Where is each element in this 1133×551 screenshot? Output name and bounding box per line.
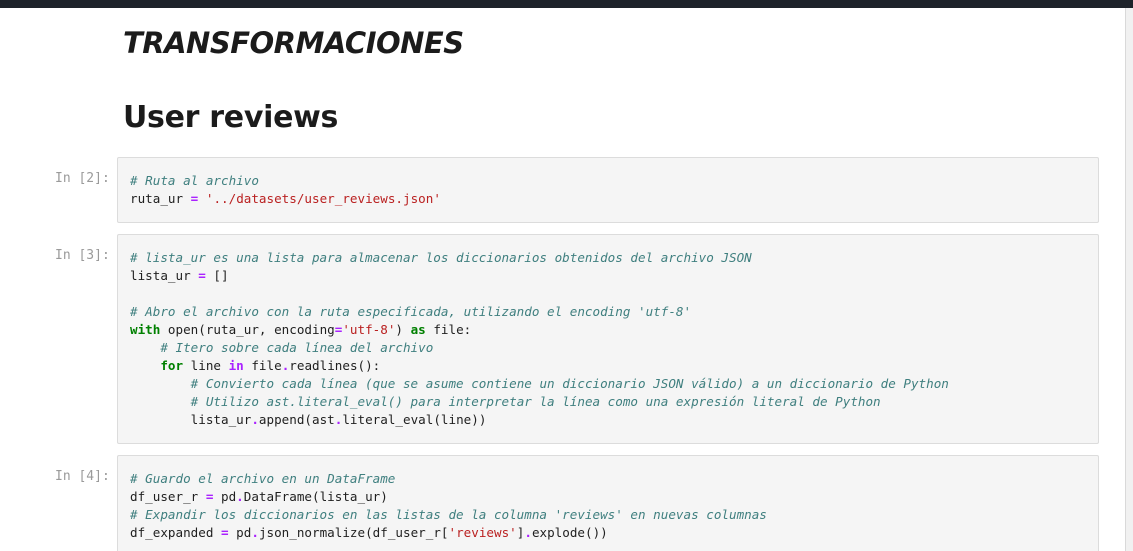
code-token: df_user_r bbox=[130, 489, 206, 504]
code-token: readlines(): bbox=[289, 358, 381, 373]
code-input-area[interactable]: # lista_ur es una lista para almacenar l… bbox=[117, 234, 1099, 444]
code-token: append(ast bbox=[258, 412, 335, 427]
cell-prompt: In [3]: bbox=[55, 248, 110, 263]
app-top-bar bbox=[0, 0, 1133, 8]
code-token: for bbox=[160, 358, 184, 373]
code-token: ruta_ur bbox=[130, 191, 191, 206]
code-input-area[interactable]: # Guardo el archivo en un DataFrame df_u… bbox=[117, 455, 1099, 551]
code-line: df_expanded = pd.json_normalize(df_user_… bbox=[130, 525, 608, 540]
code-token: 'reviews' bbox=[448, 525, 517, 540]
code-line: # lista_ur es una lista para almacenar l… bbox=[130, 250, 752, 265]
code-token: as bbox=[410, 322, 426, 337]
vertical-scrollbar[interactable] bbox=[1126, 8, 1133, 551]
code-input-area[interactable]: # Ruta al archivo ruta_ur = '../datasets… bbox=[117, 157, 1099, 223]
code-token: # Itero sobre cada línea del archivo bbox=[160, 340, 434, 355]
code-token: '../datasets/user_reviews.json' bbox=[205, 191, 441, 206]
code-token: . bbox=[524, 525, 532, 540]
code-token: line bbox=[183, 358, 229, 373]
code-token: # Guardo el archivo en un DataFrame bbox=[130, 471, 396, 486]
code-token: in bbox=[228, 358, 244, 373]
code-token: = bbox=[198, 268, 206, 283]
code-token: # Abro el archivo con la ruta especifica… bbox=[130, 304, 692, 319]
code-token: lista_ur bbox=[130, 412, 252, 427]
code-token: with bbox=[130, 322, 161, 337]
code-token: pd bbox=[228, 525, 252, 540]
code-token: file: bbox=[425, 322, 472, 337]
code-line: lista_ur = [] bbox=[130, 268, 229, 283]
code-line: # Ruta al archivo bbox=[130, 173, 259, 188]
code-line: # Expandir los diccionarios en las lista… bbox=[130, 507, 767, 522]
code-token: DataFrame(lista_ur) bbox=[243, 489, 388, 504]
code-token: # Convierto cada línea (que se asume con… bbox=[190, 376, 949, 391]
code-token: pd bbox=[213, 489, 237, 504]
code-line: # Convierto cada línea (que se asume con… bbox=[130, 376, 949, 391]
code-token: # Expandir los diccionarios en las lista… bbox=[130, 507, 767, 522]
code-line: # Guardo el archivo en un DataFrame bbox=[130, 471, 395, 486]
cell-prompt: In [4]: bbox=[55, 469, 110, 484]
code-token: . bbox=[251, 525, 259, 540]
code-line: with open(ruta_ur, encoding='utf-8') as … bbox=[130, 322, 471, 337]
code-token: . bbox=[251, 412, 259, 427]
code-token: . bbox=[236, 489, 244, 504]
code-token: = bbox=[221, 525, 229, 540]
code-token: lista_ur bbox=[130, 268, 199, 283]
section-heading: TRANSFORMACIONES bbox=[123, 26, 464, 60]
code-editor[interactable]: # lista_ur es una lista para almacenar l… bbox=[118, 235, 1098, 441]
subsection-heading: User reviews bbox=[123, 100, 339, 135]
code-line: df_user_r = pd.DataFrame(lista_ur) bbox=[130, 489, 388, 504]
code-token: # lista_ur es una lista para almacenar l… bbox=[130, 250, 752, 265]
code-token: json_normalize(df_user_r[ bbox=[258, 525, 449, 540]
cell-prompt: In [2]: bbox=[55, 171, 110, 186]
code-token: 'utf-8' bbox=[342, 322, 396, 337]
code-token: df_expanded bbox=[130, 525, 221, 540]
code-editor[interactable]: # Ruta al archivo ruta_ur = '../datasets… bbox=[118, 158, 1098, 220]
code-line: # Utilizo ast.literal_eval() para interp… bbox=[130, 394, 881, 409]
code-token: explode()) bbox=[531, 525, 608, 540]
code-token: open(ruta_ur, encoding bbox=[160, 322, 335, 337]
code-line: ruta_ur = '../datasets/user_reviews.json… bbox=[130, 191, 441, 206]
code-token: [] bbox=[205, 268, 229, 283]
code-token: ) bbox=[395, 322, 411, 337]
code-line: for line in file.readlines(): bbox=[130, 358, 380, 373]
code-line: # Abro el archivo con la ruta especifica… bbox=[130, 304, 691, 319]
code-line: # Itero sobre cada línea del archivo bbox=[130, 340, 433, 355]
code-line: lista_ur.append(ast.literal_eval(line)) bbox=[130, 412, 487, 427]
code-token: literal_eval(line)) bbox=[342, 412, 487, 427]
notebook-page: TRANSFORMACIONES User reviews In [2]: # … bbox=[0, 8, 1126, 551]
code-editor[interactable]: # Guardo el archivo en un DataFrame df_u… bbox=[118, 456, 1098, 551]
code-token: # Utilizo ast.literal_eval() para interp… bbox=[190, 394, 881, 409]
code-token: # Ruta al archivo bbox=[130, 173, 259, 188]
code-token: file bbox=[243, 358, 282, 373]
